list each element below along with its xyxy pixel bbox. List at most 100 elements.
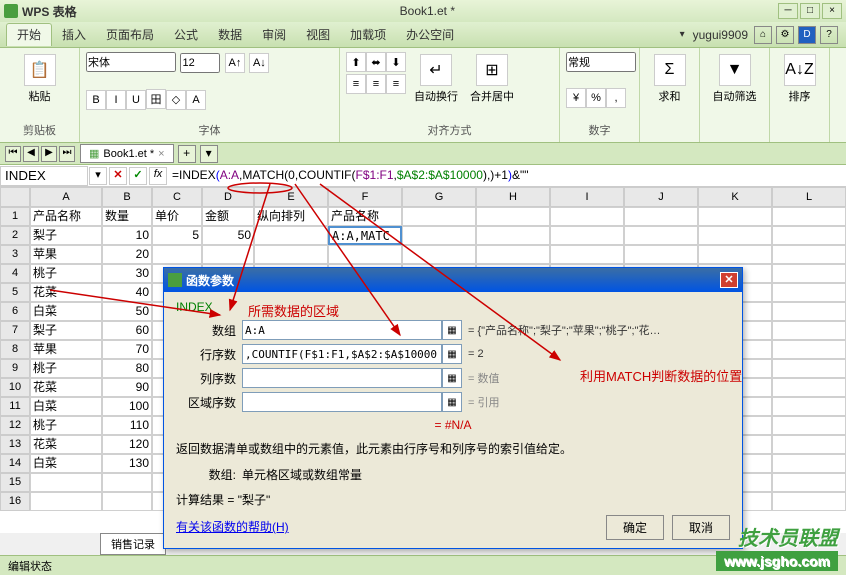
menu-开始[interactable]: 开始 <box>6 23 52 46</box>
menu-加载项[interactable]: 加载项 <box>340 24 396 46</box>
range-select-button[interactable]: ▦ <box>442 392 462 412</box>
name-box[interactable] <box>0 166 88 186</box>
cell[interactable] <box>550 207 624 226</box>
cell[interactable] <box>772 473 846 492</box>
cell[interactable] <box>698 245 772 264</box>
font-style-button[interactable]: ◇ <box>166 90 186 110</box>
cell[interactable]: 金额 <box>202 207 254 226</box>
select-all-corner[interactable] <box>0 187 30 207</box>
dialog-ok-button[interactable]: 确定 <box>606 515 664 540</box>
close-button[interactable]: × <box>822 3 842 19</box>
col-header[interactable]: D <box>202 187 254 207</box>
cell[interactable]: 苹果 <box>30 340 102 359</box>
cell[interactable] <box>772 340 846 359</box>
tab-menu-button[interactable]: ▾ <box>200 145 218 163</box>
maximize-button[interactable]: □ <box>800 3 820 19</box>
cell[interactable] <box>254 245 328 264</box>
menu-插入[interactable]: 插入 <box>52 24 96 46</box>
row-header[interactable]: 11 <box>0 397 30 416</box>
font-name-select[interactable] <box>86 52 176 72</box>
cell[interactable] <box>402 207 476 226</box>
col-header[interactable]: H <box>476 187 550 207</box>
home-icon[interactable]: ⌂ <box>754 26 772 44</box>
cell[interactable]: 产品名称 <box>30 207 102 226</box>
cell[interactable]: 白菜 <box>30 397 102 416</box>
cell[interactable] <box>772 226 846 245</box>
row-header[interactable]: 10 <box>0 378 30 397</box>
cell[interactable]: 桃子 <box>30 416 102 435</box>
cell[interactable] <box>30 492 102 511</box>
increase-font-button[interactable]: A↑ <box>225 53 245 73</box>
cell[interactable]: 5 <box>152 226 202 245</box>
row-header[interactable]: 1 <box>0 207 30 226</box>
sum-button[interactable]: Σ求和 <box>646 52 693 106</box>
cell[interactable]: 100 <box>102 397 152 416</box>
cell[interactable] <box>102 473 152 492</box>
cell[interactable]: 50 <box>202 226 254 245</box>
cell[interactable]: 单价 <box>152 207 202 226</box>
row-header[interactable]: 2 <box>0 226 30 245</box>
cell[interactable] <box>30 473 102 492</box>
cell[interactable]: 梨子 <box>30 321 102 340</box>
number-format-select[interactable] <box>566 52 636 72</box>
row-header[interactable]: 12 <box>0 416 30 435</box>
font-style-button[interactable]: 田 <box>146 89 166 109</box>
settings-icon[interactable]: ⚙ <box>776 26 794 44</box>
d-icon[interactable]: D <box>798 26 816 44</box>
cell[interactable] <box>698 207 772 226</box>
cell[interactable] <box>476 226 550 245</box>
cell[interactable] <box>476 245 550 264</box>
cell[interactable] <box>624 245 698 264</box>
cell[interactable]: 数量 <box>102 207 152 226</box>
cell[interactable] <box>772 302 846 321</box>
sheet-tab[interactable]: 销售记录 <box>100 533 166 555</box>
merge-center-button[interactable]: ⊞合并居中 <box>466 52 518 106</box>
tab-last-button[interactable]: ⏭ <box>59 146 75 162</box>
cell[interactable] <box>772 321 846 340</box>
wrap-text-button[interactable]: ↵自动换行 <box>410 52 462 106</box>
row-header[interactable]: 4 <box>0 264 30 283</box>
cell[interactable] <box>772 435 846 454</box>
sort-button[interactable]: A↓Z排序 <box>776 52 823 106</box>
cell[interactable] <box>772 207 846 226</box>
fx-button[interactable]: fx <box>149 167 167 185</box>
cell[interactable] <box>624 226 698 245</box>
cell[interactable]: 花菜 <box>30 378 102 397</box>
menu-视图[interactable]: 视图 <box>296 24 340 46</box>
cell[interactable]: 桃子 <box>30 359 102 378</box>
cell[interactable]: 130 <box>102 454 152 473</box>
cell[interactable] <box>772 283 846 302</box>
add-tab-button[interactable]: + <box>178 145 196 163</box>
doc-tab[interactable]: ▦ Book1.et * × <box>80 144 174 163</box>
col-header[interactable]: G <box>402 187 476 207</box>
cell[interactable]: 白菜 <box>30 302 102 321</box>
font-style-button[interactable]: I <box>106 90 126 110</box>
minimize-button[interactable]: ─ <box>778 3 798 19</box>
row-header[interactable]: 7 <box>0 321 30 340</box>
cell[interactable]: 梨子 <box>30 226 102 245</box>
cell[interactable] <box>476 207 550 226</box>
dialog-cancel-button[interactable]: 取消 <box>672 515 730 540</box>
cell[interactable] <box>698 226 772 245</box>
cell[interactable]: 50 <box>102 302 152 321</box>
menu-审阅[interactable]: 审阅 <box>252 24 296 46</box>
cell[interactable]: 70 <box>102 340 152 359</box>
col-header[interactable]: A <box>30 187 102 207</box>
cell[interactable]: A:A,MATC <box>328 226 402 245</box>
cell[interactable] <box>772 359 846 378</box>
align-right-button[interactable]: ≡ <box>386 74 406 94</box>
cell[interactable]: 110 <box>102 416 152 435</box>
tab-next-button[interactable]: ▶ <box>41 146 57 162</box>
cell[interactable]: 40 <box>102 283 152 302</box>
cell[interactable]: 花菜 <box>30 435 102 454</box>
range-select-button[interactable]: ▦ <box>442 368 462 388</box>
row-header[interactable]: 15 <box>0 473 30 492</box>
param-input[interactable] <box>242 344 442 364</box>
range-select-button[interactable]: ▦ <box>442 344 462 364</box>
cell[interactable] <box>772 264 846 283</box>
cell[interactable] <box>772 454 846 473</box>
cell[interactable] <box>550 245 624 264</box>
row-header[interactable]: 5 <box>0 283 30 302</box>
tab-first-button[interactable]: ⏮ <box>5 146 21 162</box>
row-header[interactable]: 13 <box>0 435 30 454</box>
